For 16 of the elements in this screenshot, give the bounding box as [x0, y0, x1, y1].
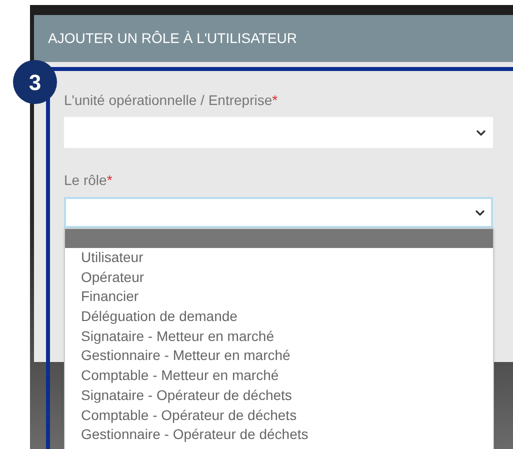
select-field[interactable] [64, 197, 493, 228]
field-label: L'unité opérationnelle / Entreprise* [64, 91, 279, 110]
dropdown-option[interactable]: Signataire - Opérateur de déchets [65, 386, 493, 406]
dialog-title: AJOUTER UN RÔLE À L'UTILISATEUR [48, 29, 298, 48]
dropdown-option[interactable]: Financier [65, 287, 493, 308]
dropdown-option[interactable]: Opérateur [65, 268, 493, 288]
dropdown-option[interactable]: Utilisateur [65, 248, 493, 268]
dropdown-option[interactable]: Comptable - Metteur en marché [65, 366, 493, 386]
dropdown-option[interactable]: Gestionnaire - Metteur en marché [65, 346, 493, 366]
dropdown-option[interactable]: Déléguation de demande [65, 307, 493, 327]
field-label: Le rôle* [64, 171, 114, 190]
step-badge: 3 [13, 60, 57, 104]
dropdown-option[interactable]: Comptable - Opérateur de déchets [65, 406, 493, 426]
blank-option[interactable] [65, 229, 493, 248]
dropdown-option[interactable]: Signataire - Metteur en marché [65, 326, 493, 346]
dropdown-option[interactable]: Gestionnaire - Opérateur de déchets [65, 425, 493, 445]
